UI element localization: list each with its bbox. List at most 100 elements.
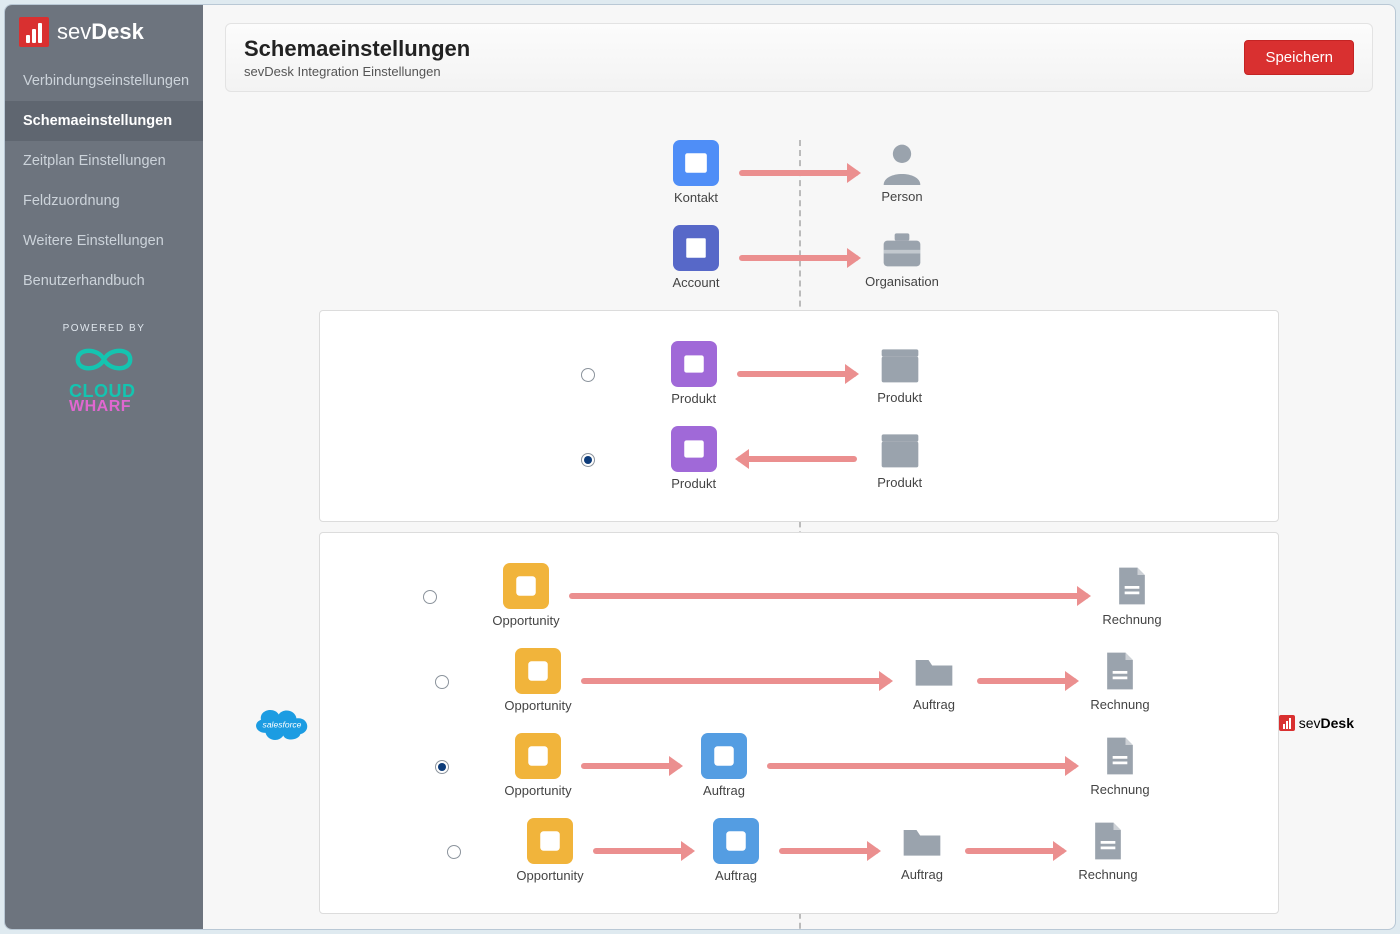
arrow-left — [737, 456, 857, 462]
box-icon — [878, 427, 922, 471]
sidebar-item-fieldmap[interactable]: Feldzuordnung — [5, 181, 203, 221]
crown-icon — [515, 648, 561, 694]
node-label: Auftrag — [913, 697, 955, 712]
node-label: Produkt — [877, 475, 922, 490]
node-auftrag-stack: Auftrag — [687, 733, 761, 798]
node-label: Rechnung — [1090, 782, 1149, 797]
barcode-icon — [671, 341, 717, 387]
node-label: Opportunity — [504, 783, 571, 798]
radio-opp-d[interactable] — [447, 845, 461, 859]
barcode-icon — [671, 426, 717, 472]
node-label: Rechnung — [1090, 697, 1149, 712]
cloudwharf-logo: CLOUD WHARF — [69, 342, 139, 416]
knot-icon — [69, 342, 139, 383]
arrow-right — [977, 678, 1077, 684]
document-icon — [1098, 649, 1142, 693]
node-label: Auftrag — [703, 783, 745, 798]
row-opp-auftrag2-rechnung: Opportunity Auftrag Auftrag — [330, 818, 1268, 883]
crown-icon — [515, 733, 561, 779]
node-kontakt: Kontakt — [659, 140, 733, 205]
node-rechnung: Rechnung — [1083, 734, 1157, 797]
arrow-right — [767, 763, 1077, 769]
row-opp-rechnung: Opportunity Rechnung — [330, 563, 1268, 628]
row-account-org: Account Organisation — [489, 225, 1109, 290]
radio-produkt-b[interactable] — [581, 453, 595, 467]
node-rechnung: Rechnung — [1083, 649, 1157, 712]
node-auftrag-folder: Auftrag — [897, 649, 971, 712]
node-label: Person — [881, 189, 922, 204]
briefcase-icon — [880, 226, 924, 270]
arrow-right — [593, 848, 693, 854]
node-opportunity: Opportunity — [501, 648, 575, 713]
node-auftrag-stack: Auftrag — [699, 818, 773, 883]
arrow-right — [737, 371, 857, 377]
node-rechnung: Rechnung — [1071, 819, 1145, 882]
node-label: Kontakt — [674, 190, 718, 205]
node-label: Opportunity — [516, 868, 583, 883]
node-account: Account — [659, 225, 733, 290]
stack-icon — [701, 733, 747, 779]
main: Schemaeinstellungen sevDesk Integration … — [203, 5, 1395, 929]
row-contact-person: Kontakt Person — [489, 140, 1109, 205]
node-produkt-sf: Produkt — [657, 426, 731, 491]
row-opp-auftragstack-rechnung: Opportunity Auftrag Rechnung — [330, 733, 1268, 798]
folder-icon — [912, 649, 956, 693]
node-person: Person — [865, 141, 939, 204]
node-label: Account — [673, 275, 720, 290]
row-opp-auftrag-rechnung: Opportunity Auftrag Rechnung — [330, 648, 1268, 713]
document-icon — [1110, 564, 1154, 608]
building-icon — [673, 225, 719, 271]
node-opportunity: Opportunity — [513, 818, 587, 883]
salesforce-badge: salesforce — [248, 700, 316, 746]
node-label: Organisation — [865, 274, 939, 289]
folder-icon — [900, 819, 944, 863]
node-auftrag-folder: Auftrag — [885, 819, 959, 882]
brand-logo-icon — [19, 17, 49, 47]
box-icon — [878, 342, 922, 386]
group-produkt: Produkt Produkt Produkt — [319, 310, 1279, 522]
powered-by-label: POWERED BY — [5, 323, 203, 334]
sidebar: sevDesk Verbindungseinstellungen Schemae… — [5, 5, 203, 929]
node-label: Rechnung — [1102, 612, 1161, 627]
node-label: Rechnung — [1078, 867, 1137, 882]
svg-text:salesforce: salesforce — [263, 720, 302, 730]
sidebar-item-schema[interactable]: Schemaeinstellungen — [5, 101, 203, 141]
node-produkt-sf: Produkt — [657, 341, 731, 406]
document-icon — [1086, 819, 1130, 863]
row-produkt-left: Produkt Produkt — [330, 426, 1268, 491]
arrow-right — [739, 170, 859, 176]
sevdesk-badge: sevDesk — [1279, 715, 1354, 731]
arrow-right — [965, 848, 1065, 854]
crown-icon — [527, 818, 573, 864]
arrow-right — [569, 593, 1089, 599]
arrow-right — [739, 255, 859, 261]
node-opportunity: Opportunity — [489, 563, 563, 628]
arrow-right — [779, 848, 879, 854]
radio-opp-b[interactable] — [435, 675, 449, 689]
brand: sevDesk — [5, 5, 203, 55]
sidebar-item-manual[interactable]: Benutzerhandbuch — [5, 261, 203, 301]
sidebar-item-connection[interactable]: Verbindungseinstellungen — [5, 61, 203, 101]
crown-icon — [503, 563, 549, 609]
node-label: Produkt — [671, 391, 716, 406]
node-produkt-sv: Produkt — [863, 342, 937, 405]
page-subtitle: sevDesk Integration Einstellungen — [244, 64, 470, 79]
node-opportunity: Opportunity — [501, 733, 575, 798]
nav: Verbindungseinstellungen Schemaeinstellu… — [5, 61, 203, 301]
node-organisation: Organisation — [865, 226, 939, 289]
row-produkt-right: Produkt Produkt — [330, 341, 1268, 406]
save-button[interactable]: Speichern — [1244, 40, 1354, 75]
brand-text: sevDesk — [57, 19, 144, 45]
node-rechnung: Rechnung — [1095, 564, 1169, 627]
radio-opp-c[interactable] — [435, 760, 449, 774]
node-label: Opportunity — [504, 698, 571, 713]
document-icon — [1098, 734, 1142, 778]
node-label: Produkt — [671, 476, 716, 491]
radio-opp-a[interactable] — [423, 590, 437, 604]
sevdesk-mini-icon — [1279, 715, 1295, 731]
sidebar-item-schedule[interactable]: Zeitplan Einstellungen — [5, 141, 203, 181]
radio-produkt-a[interactable] — [581, 368, 595, 382]
sidebar-item-more[interactable]: Weitere Einstellungen — [5, 221, 203, 261]
schema-canvas: Kontakt Person Account Or — [225, 110, 1373, 929]
arrow-right — [581, 763, 681, 769]
